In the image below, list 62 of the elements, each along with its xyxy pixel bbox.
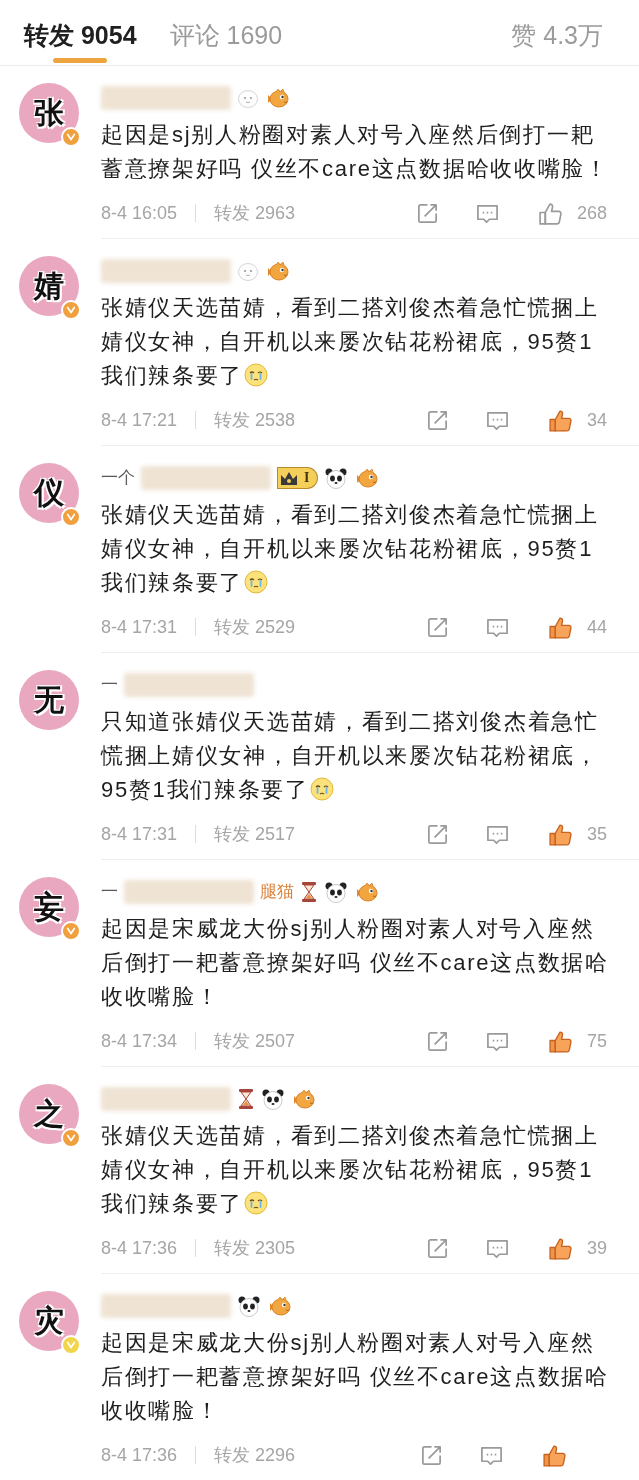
- share-icon[interactable]: [420, 1443, 443, 1467]
- crown-icon: [280, 470, 298, 486]
- tab[interactable]: 转发 9054: [24, 0, 137, 63]
- hourglass-icon: [300, 881, 318, 903]
- username-text[interactable]: 一: [101, 879, 118, 905]
- share-icon[interactable]: [425, 408, 449, 432]
- repost-count: 转发 2529: [214, 615, 296, 639]
- avatar-letter: 灾: [34, 1306, 64, 1336]
- share-icon[interactable]: [415, 201, 439, 225]
- repost-count: 转发 2507: [214, 1029, 296, 1053]
- repost-count: 转发 2305: [214, 1236, 296, 1260]
- comment-text: 起因是宋威龙大份sj别人粉圈对素人对号入座然后倒打一耙蓄意撩架好吗 仪丝不care这点数据哈收收嘴脸！: [101, 1330, 609, 1423]
- avatar[interactable]: 灾: [19, 1291, 79, 1351]
- avatar[interactable]: 之: [19, 1084, 79, 1144]
- timestamp: 8-4 17:36: [101, 1443, 178, 1467]
- hourglass-icon: [237, 1088, 255, 1110]
- pufferfish-icon: [354, 881, 378, 903]
- avatar[interactable]: 妄: [19, 877, 79, 937]
- avatar[interactable]: 无: [19, 670, 79, 730]
- share-icon[interactable]: [425, 1236, 449, 1260]
- comment-text: 只知道张婧仪天选苗婧，看到二搭刘俊杰着急忙慌捆上婧仪女神，自开机以来屡次钻花粉裙底，95赘1我们辣条要了: [101, 709, 599, 802]
- pufferfish-icon: [267, 1295, 291, 1317]
- share-icon[interactable]: [425, 822, 449, 846]
- repost-count: 转发 2538: [214, 408, 296, 432]
- repost-count: 转发 2963: [214, 201, 296, 225]
- pufferfish-icon: [291, 1088, 315, 1110]
- panda-icon: [237, 1295, 261, 1317]
- pufferfish-icon: [265, 87, 289, 109]
- timestamp: 8-4 17:31: [101, 822, 178, 846]
- timestamp: 8-4 17:36: [101, 1236, 178, 1260]
- timestamp: 8-4 17:21: [101, 408, 178, 432]
- pufferfish-icon: [354, 467, 379, 489]
- timestamp: 8-4 16:05: [101, 201, 178, 225]
- share-icon[interactable]: [425, 1029, 449, 1053]
- avatar[interactable]: 张: [19, 83, 79, 143]
- avatar-letter: 妄: [34, 892, 64, 922]
- comment-text: 起因是sj别人粉圈对素人对号入座然后倒打一耙蓄意撩架好吗 仪丝不care这点数据哈收收嘴脸！: [101, 122, 609, 181]
- avatar-letter: 无: [34, 685, 64, 715]
- smiley-face-icon: [237, 88, 259, 108]
- panda-icon: [324, 467, 349, 489]
- repost-count: 转发 2296: [214, 1443, 296, 1467]
- pufferfish-icon: [265, 260, 289, 282]
- avatar[interactable]: 婧: [19, 256, 79, 316]
- timestamp: 8-4 17:34: [101, 1029, 178, 1053]
- repost-count: 转发 2517: [214, 822, 296, 846]
- share-icon[interactable]: [425, 615, 449, 639]
- panda-icon: [261, 1088, 285, 1110]
- comment-text: 起因是宋威龙大份sj别人粉圈对素人对号入座然后倒打一耙蓄意撩架好吗 仪丝不care这点数据哈收收嘴脸！: [101, 916, 609, 1009]
- avatar-letter: 张: [34, 98, 64, 128]
- level-number: I: [304, 471, 310, 485]
- avatar[interactable]: 仪: [19, 463, 79, 523]
- timestamp: 8-4 17:31: [101, 615, 178, 639]
- avatar-letter: 仪: [34, 478, 64, 508]
- avatar-letter: 婧: [34, 271, 64, 301]
- comment-text: 张婧仪天选苗婧，看到二搭刘俊杰着急忙慌捆上婧仪女神，自开机以来屡次钻花粉裙底，95赘1我们辣条要了: [101, 295, 599, 388]
- avatar-letter: 之: [34, 1099, 64, 1129]
- smiley-face-icon: [237, 261, 259, 281]
- username-text[interactable]: 一个: [101, 465, 135, 491]
- comment-text: 张婧仪天选苗婧，看到二搭刘俊杰着急忙慌捆上婧仪女神，自开机以来屡次钻花粉裙底，95赘1我们辣条要了: [101, 1123, 599, 1216]
- comment-text: 张婧仪天选苗婧，看到二搭刘俊杰着急忙慌捆上婧仪女神，自开机以来屡次钻花粉裙底，95赘1我们辣条要了: [101, 502, 599, 595]
- panda-icon: [324, 881, 348, 903]
- username-text[interactable]: 一: [101, 672, 118, 698]
